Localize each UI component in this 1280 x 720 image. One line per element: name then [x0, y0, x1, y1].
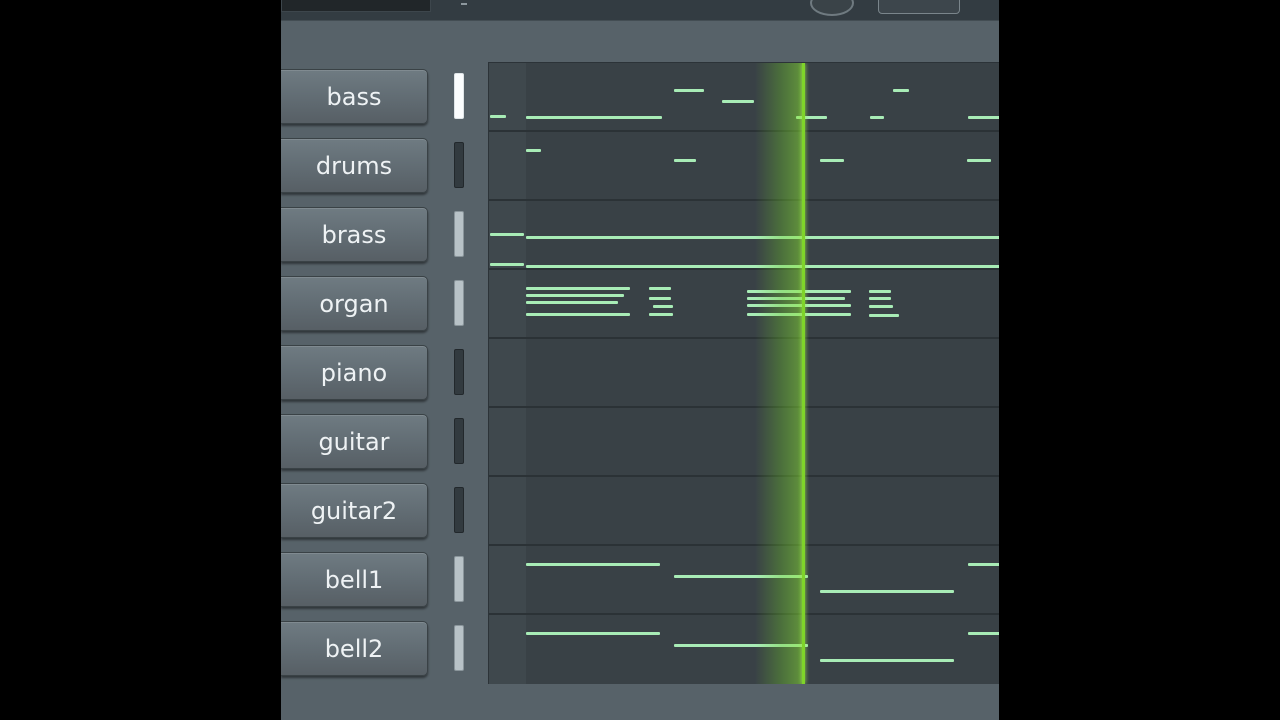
note[interactable] — [820, 590, 954, 593]
note[interactable] — [526, 313, 630, 316]
row-separator — [489, 130, 999, 132]
note[interactable] — [869, 305, 893, 308]
row-separator — [489, 337, 999, 339]
note[interactable] — [526, 287, 630, 290]
note[interactable] — [968, 632, 999, 635]
row-separator — [489, 544, 999, 546]
channel-select-bell1[interactable] — [454, 556, 464, 602]
channel-select-drums[interactable] — [454, 142, 464, 188]
note[interactable] — [649, 313, 673, 316]
note[interactable] — [968, 563, 999, 566]
note[interactable] — [653, 305, 673, 308]
note[interactable] — [649, 297, 671, 300]
channel-button-brass[interactable]: brass — [281, 207, 428, 262]
pitch-knob-icon[interactable] — [810, 0, 854, 16]
channel-select-piano[interactable] — [454, 349, 464, 395]
note[interactable] — [968, 116, 999, 119]
channel-select-organ[interactable] — [454, 280, 464, 326]
channel-rack-toolbar — [281, 0, 999, 21]
channel-button-organ[interactable]: organ — [281, 276, 428, 331]
channel-select-bell2[interactable] — [454, 625, 464, 671]
note[interactable] — [967, 159, 991, 162]
channel-button-guitar2[interactable]: guitar2 — [281, 483, 428, 538]
channel-button-drums[interactable]: drums — [281, 138, 428, 193]
note[interactable] — [526, 149, 541, 152]
row-separator — [489, 613, 999, 615]
note[interactable] — [869, 290, 891, 293]
toggle-button[interactable] — [878, 0, 960, 14]
note[interactable] — [490, 115, 506, 118]
note[interactable] — [526, 563, 660, 566]
channel-select-guitar2[interactable] — [454, 487, 464, 533]
channel-select-brass[interactable] — [454, 211, 464, 257]
note[interactable] — [869, 314, 899, 317]
note[interactable] — [893, 89, 909, 92]
playhead-glow — [755, 63, 803, 684]
bar-shade — [489, 63, 526, 684]
piano-roll-preview-grid[interactable] — [488, 62, 999, 684]
row-separator — [489, 199, 999, 201]
note[interactable] — [526, 632, 660, 635]
note[interactable] — [490, 263, 524, 266]
pattern-selector[interactable] — [281, 0, 431, 12]
note[interactable] — [820, 159, 844, 162]
note[interactable] — [722, 100, 754, 103]
note[interactable] — [526, 116, 662, 119]
channel-button-bell1[interactable]: bell1 — [281, 552, 428, 607]
playhead[interactable] — [802, 63, 805, 684]
note[interactable] — [526, 301, 618, 304]
channel-button-bell2[interactable]: bell2 — [281, 621, 428, 676]
note[interactable] — [674, 159, 696, 162]
channel-select-guitar[interactable] — [454, 418, 464, 464]
note[interactable] — [820, 659, 954, 662]
channel-button-piano[interactable]: piano — [281, 345, 428, 400]
row-separator — [489, 268, 999, 270]
note[interactable] — [649, 287, 671, 290]
row-separator — [489, 406, 999, 408]
channel-select-bass[interactable] — [454, 73, 464, 119]
note[interactable] — [490, 233, 524, 236]
row-separator — [489, 475, 999, 477]
tool-icon[interactable] — [461, 0, 467, 5]
channel-button-guitar[interactable]: guitar — [281, 414, 428, 469]
note[interactable] — [674, 89, 704, 92]
note[interactable] — [526, 294, 624, 297]
channel-button-bass[interactable]: bass — [281, 69, 428, 124]
note[interactable] — [869, 297, 891, 300]
note[interactable] — [870, 116, 884, 119]
channel-rack-panel: bass drums brass organ piano guitar guit… — [281, 0, 999, 720]
